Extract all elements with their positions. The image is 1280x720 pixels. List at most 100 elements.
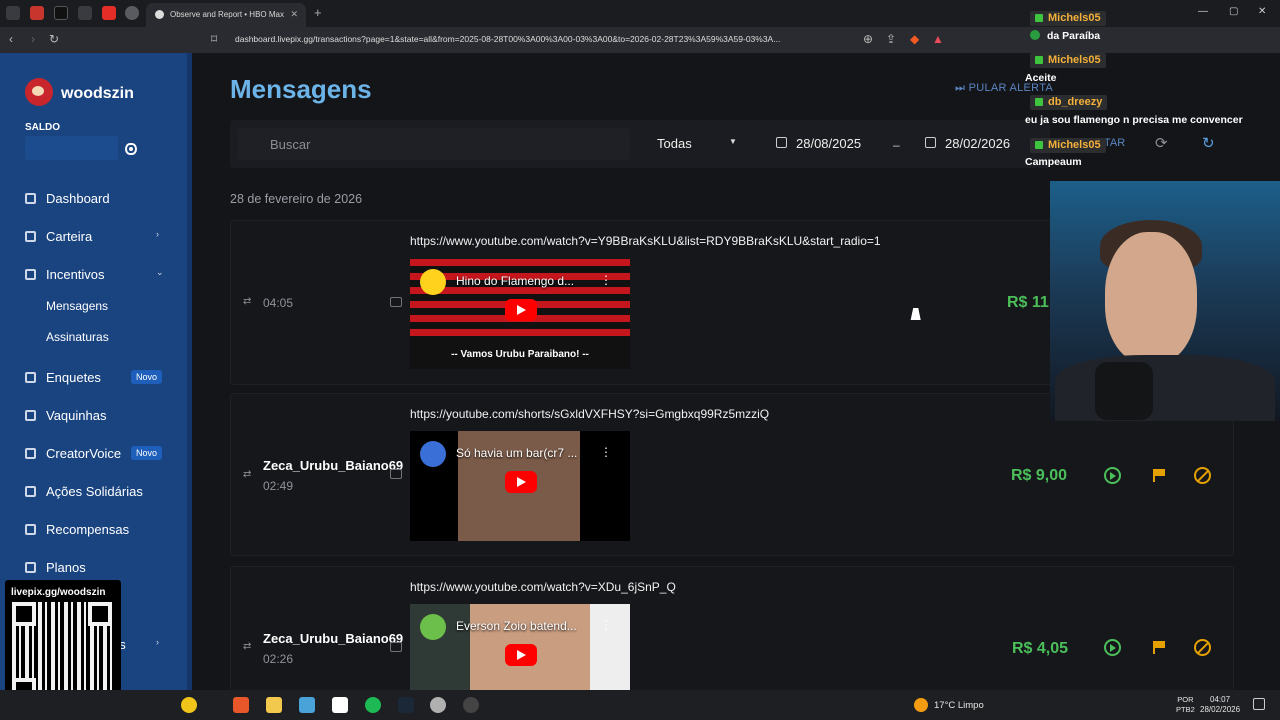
date-to-value: 28/02/2026: [945, 136, 1011, 151]
clock-date: 28/02/2026: [1200, 705, 1241, 714]
flag-icon[interactable]: [1153, 641, 1165, 654]
play-icon[interactable]: [505, 471, 537, 493]
pinned-tab[interactable]: [6, 6, 20, 20]
brave-icon[interactable]: [233, 697, 249, 713]
sidebar-subitem-assinaturas[interactable]: Assinaturas: [46, 330, 109, 344]
folder-icon[interactable]: [266, 697, 282, 713]
calendar-icon: [925, 137, 936, 148]
weather-icon: [914, 698, 928, 712]
sidebar-item-label: Incentivos: [46, 267, 105, 282]
back-icon[interactable]: ‹: [9, 32, 13, 46]
app-icon[interactable]: [299, 697, 315, 713]
sidebar-subitem-mensagens[interactable]: Mensagens: [46, 299, 108, 313]
tab-favicon-icon: [155, 10, 164, 19]
message-url[interactable]: https://www.youtube.com/watch?v=Y9BBraKs…: [410, 234, 881, 248]
sidebar-item-incentivos[interactable]: Incentivos ⌄: [0, 257, 187, 293]
sidebar-item-creatorvoice[interactable]: CreatorVoice Novo: [0, 436, 187, 472]
steam-icon[interactable]: [398, 697, 414, 713]
chevron-right-icon: ›: [156, 229, 159, 239]
close-tab-icon[interactable]: ✕: [290, 9, 298, 20]
bank-icon: [25, 231, 36, 242]
video-icon: [390, 642, 402, 652]
chat-message: eu ja sou flamengo n precisa me convence…: [1025, 114, 1243, 126]
message-time: 04:05: [263, 296, 294, 310]
video-caption: -- Vamos Urubu Paraibano! --: [410, 343, 630, 369]
more-icon[interactable]: ⋮: [600, 273, 612, 287]
message-url[interactable]: https://www.youtube.com/watch?v=XDu_6jSn…: [410, 580, 676, 594]
gift-icon: [25, 524, 36, 535]
weather-widget[interactable]: 17°C Limpo: [934, 700, 984, 711]
bookmark-icon[interactable]: ⌑: [211, 32, 217, 46]
sidebar-item-enquetes[interactable]: Enquetes Novo: [0, 360, 187, 396]
notification-icon[interactable]: [1253, 698, 1265, 710]
copilot-icon[interactable]: [181, 697, 197, 713]
sidebar-item-label: Recompensas: [46, 522, 130, 537]
plan-icon: [25, 562, 36, 573]
avatar: [25, 78, 53, 106]
replay-icon[interactable]: [1104, 639, 1121, 656]
chevron-right-icon: ›: [156, 637, 159, 647]
play-icon[interactable]: [505, 299, 537, 321]
clock[interactable]: 04:07 28/02/2026: [1200, 695, 1240, 715]
sidebar-item-label: Vaquinhas: [46, 408, 107, 423]
date-group-label: 28 de fevereiro de 2026: [230, 192, 363, 206]
more-icon[interactable]: ⋮: [600, 618, 612, 632]
spotify-icon[interactable]: [365, 697, 381, 713]
obs-icon[interactable]: [463, 697, 479, 713]
reload-icon[interactable]: ↻: [49, 32, 59, 46]
search-input[interactable]: Buscar: [238, 128, 630, 160]
block-icon[interactable]: [1194, 639, 1211, 656]
date-to-input[interactable]: 28/02/2026: [913, 128, 1028, 160]
webcam-body: [1055, 355, 1275, 421]
video-title: Everson Zoio batend...: [456, 619, 577, 633]
flag-brazil-icon: [1030, 30, 1040, 40]
sidebar-item-recompensas[interactable]: Recompensas: [0, 512, 187, 548]
date-from-input[interactable]: 28/08/2025: [764, 128, 884, 160]
video-icon: [390, 469, 402, 479]
message-amount: R$ 11,: [1007, 294, 1054, 311]
pinned-tab[interactable]: [78, 6, 92, 20]
sidebar-item-vaquinhas[interactable]: Vaquinhas: [0, 398, 187, 434]
replay-icon[interactable]: [1104, 467, 1121, 484]
capcut-icon[interactable]: [332, 697, 348, 713]
sidebar-item-label: Enquetes: [46, 370, 101, 385]
youtube-embed[interactable]: Só havia um bar(cr7 ... ⋮: [410, 431, 630, 541]
pinned-tab[interactable]: [30, 6, 44, 20]
pinned-tab[interactable]: [102, 6, 116, 20]
page-title: Mensagens: [230, 74, 372, 104]
youtube-embed[interactable]: Everson Zoio batend... ⋮: [410, 604, 630, 690]
heart-icon: [25, 486, 36, 497]
swap-icon: ⇄: [243, 469, 252, 480]
chat-username: Michels05: [1030, 138, 1106, 153]
chat-username: Michels05: [1030, 53, 1106, 68]
more-icon[interactable]: ⋮: [600, 445, 612, 459]
language-indicator[interactable]: POR PTB2: [1176, 695, 1195, 715]
qr-finder: [12, 602, 36, 626]
app-icon[interactable]: [430, 697, 446, 713]
sidebar-item-label: CreatorVoice: [46, 446, 122, 461]
url-field[interactable]: dashboard.livepix.gg/transactions?page=1…: [235, 31, 955, 49]
pinned-tab[interactable]: [54, 6, 68, 20]
swap-icon: ⇄: [243, 641, 252, 652]
sidebar-item-dashboard[interactable]: Dashboard: [0, 181, 187, 217]
dashboard-icon: [25, 193, 36, 204]
forward-icon[interactable]: ›: [31, 32, 35, 46]
chat-username: db_dreezy: [1030, 95, 1108, 110]
block-icon[interactable]: [1194, 467, 1211, 484]
flag-icon[interactable]: [1153, 469, 1165, 482]
chat-message: da Paraíba: [1047, 30, 1101, 42]
microphone: [1095, 362, 1153, 420]
sidebar-item-carteira[interactable]: Carteira ›: [0, 219, 187, 255]
eye-icon[interactable]: [125, 143, 137, 155]
message-time: 02:26: [263, 652, 294, 666]
browser-tab-active[interactable]: Observe and Report • HBO Max ✕: [146, 3, 306, 27]
sidebar-item-acoes-solidarias[interactable]: Ações Solidárias: [0, 474, 187, 510]
video-icon: [390, 297, 402, 307]
pinned-tab[interactable]: [125, 6, 139, 20]
new-tab-button[interactable]: +: [314, 5, 322, 20]
balance-value: [25, 136, 118, 160]
chevron-down-icon: ⌄: [156, 267, 164, 277]
youtube-embed[interactable]: Hino do Flamengo d... ⋮ -- Vamos Urubu P…: [410, 259, 630, 369]
message-url[interactable]: https://youtube.com/shorts/sGxldVXFHSY?s…: [410, 407, 769, 421]
play-icon[interactable]: [505, 644, 537, 666]
